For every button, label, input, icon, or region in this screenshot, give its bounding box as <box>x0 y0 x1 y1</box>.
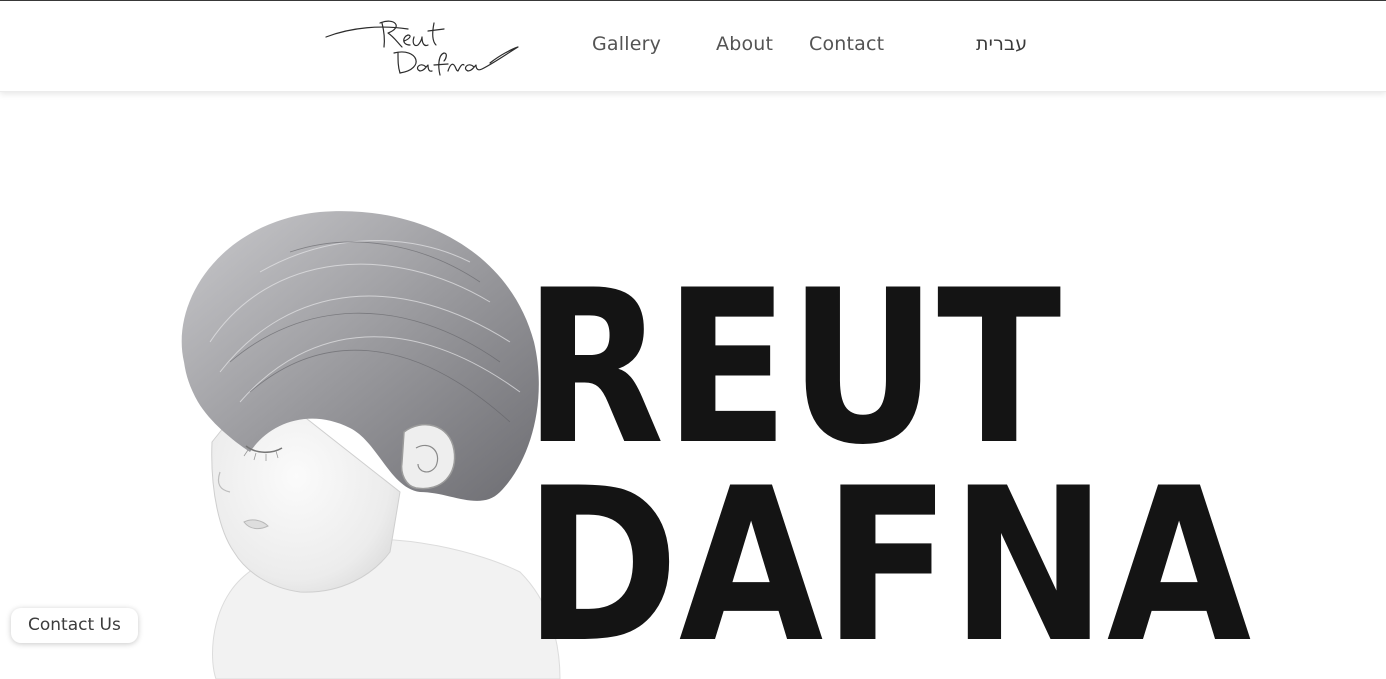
signature-logo-icon <box>325 20 519 76</box>
nav-language-hebrew-link[interactable]: עברית <box>976 33 1027 55</box>
hero-section: REUT DAFNA <box>0 92 1386 679</box>
contact-us-floating-button[interactable]: Contact Us <box>11 608 138 643</box>
site-logo[interactable] <box>322 9 522 79</box>
nav-about-link[interactable]: About <box>716 33 773 55</box>
hero-portrait-image <box>181 211 561 679</box>
page: Gallery About Contact עברית REUT DAFNA C… <box>0 0 1386 679</box>
nav-contact-link[interactable]: Contact <box>809 33 884 55</box>
site-header: Gallery About Contact עברית <box>0 1 1386 92</box>
hero-title-last-name: DAFNA <box>524 442 1252 679</box>
nav-gallery-link[interactable]: Gallery <box>592 33 661 55</box>
